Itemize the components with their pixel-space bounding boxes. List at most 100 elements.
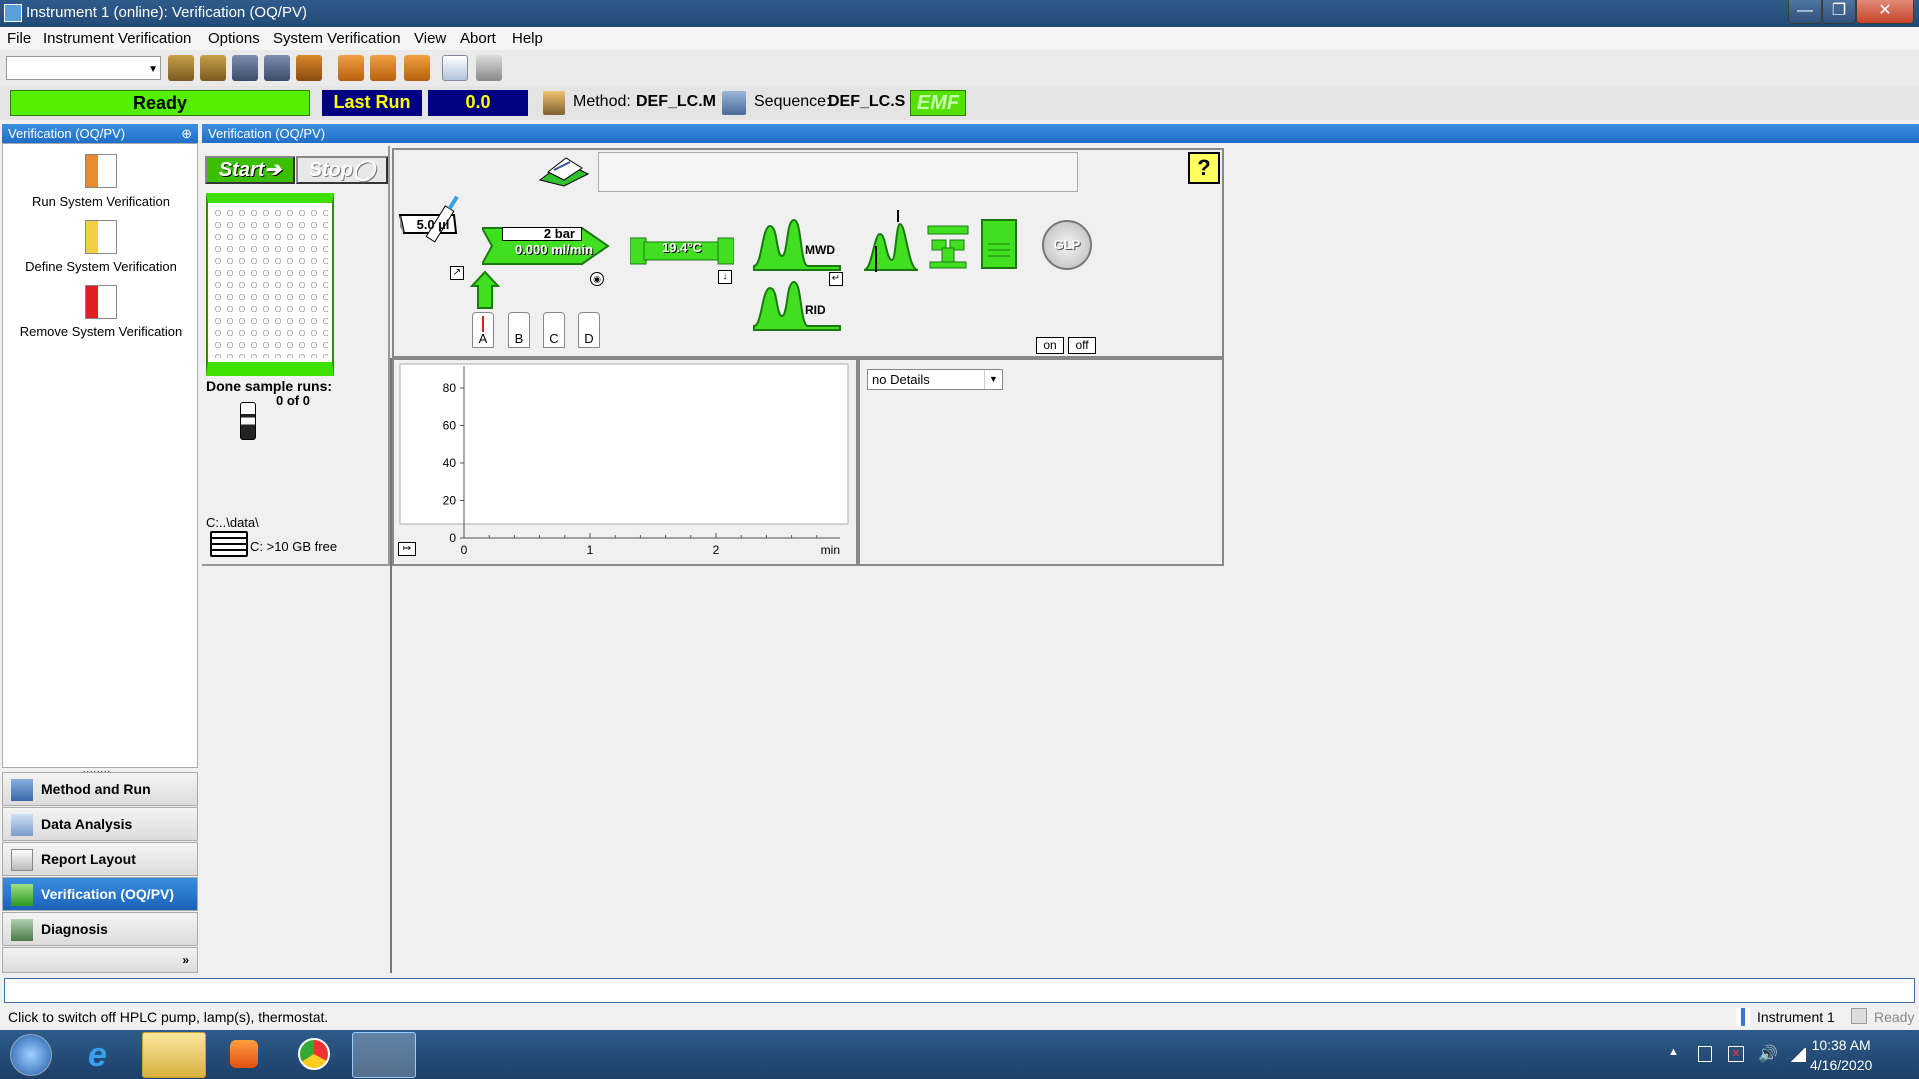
network-error-icon[interactable]: ✕ — [1728, 1046, 1744, 1062]
window-title: Instrument 1 (online): Verification (OQ/… — [26, 4, 307, 21]
menu-system-verification[interactable]: System Verification — [273, 30, 401, 47]
data-analysis-icon — [11, 814, 33, 836]
details-select[interactable]: no Details ▼ — [867, 369, 1003, 390]
maximize-button[interactable]: ❐ — [1822, 0, 1856, 24]
media-glyph — [230, 1040, 258, 1068]
rid-label: RID — [805, 303, 826, 317]
menu-help[interactable]: Help — [512, 30, 543, 47]
chrome-glyph — [298, 1038, 330, 1070]
menu-abort[interactable]: Abort — [460, 30, 496, 47]
integration-icon[interactable] — [862, 210, 920, 274]
action-center-icon[interactable] — [1698, 1046, 1712, 1062]
status-message-field[interactable] — [598, 152, 1078, 192]
app-icon — [4, 4, 22, 22]
report-layout-icon — [11, 849, 33, 871]
nav-define-system-verification[interactable]: Define System Verification — [3, 259, 199, 274]
minimize-button[interactable]: — — [1788, 0, 1822, 24]
y-tick-label: 80 — [443, 381, 457, 395]
help-button[interactable]: ? — [1188, 152, 1220, 184]
solvent-bottle-d[interactable]: D — [578, 312, 600, 348]
nav-run-system-verification[interactable]: Run System Verification — [3, 194, 199, 209]
load-method-icon[interactable] — [168, 55, 194, 81]
run-verification-icon[interactable] — [85, 154, 117, 188]
rid-graphic — [753, 280, 841, 331]
disk-free: C: >10 GB free — [250, 539, 338, 554]
method-icon[interactable] — [543, 91, 565, 115]
file-explorer-icon[interactable] — [142, 1032, 206, 1078]
chemstation-task-icon[interactable] — [352, 1032, 416, 1078]
sequence-table-icon[interactable] — [404, 55, 430, 81]
close-button[interactable]: ✕ — [1856, 0, 1914, 24]
run-icon[interactable] — [296, 55, 322, 81]
chrome-icon[interactable] — [282, 1032, 346, 1078]
start-menu-icon[interactable] — [10, 1034, 52, 1076]
menu-view[interactable]: View — [414, 30, 446, 47]
start-button[interactable]: Start➔ — [205, 156, 295, 184]
nav-method-and-run-control[interactable]: Method and Run Control — [2, 772, 198, 829]
logbook-icon[interactable] — [536, 152, 592, 188]
define-verification-icon[interactable] — [85, 220, 117, 254]
rid-detector-icon[interactable] — [752, 278, 844, 332]
save-method-icon[interactable] — [232, 55, 258, 81]
signal-plot: 80 60 40 20 0 0 1 2 min ↦ — [392, 358, 858, 566]
sequence-value[interactable]: DEF_LC.S — [828, 93, 905, 111]
sequence-icon[interactable] — [722, 91, 746, 115]
remove-verification-icon[interactable] — [85, 285, 117, 319]
show-hidden-icons[interactable]: ▲ — [1668, 1046, 1679, 1058]
print-icon[interactable] — [476, 55, 502, 81]
stop-button[interactable]: Stop◯ — [296, 156, 388, 184]
balance-icon[interactable] — [926, 218, 970, 270]
chevron-down-icon: ▼ — [148, 64, 158, 75]
nav-diagnosis[interactable]: Diagnosis — [2, 912, 198, 946]
print-preview-icon[interactable] — [442, 55, 468, 81]
plot-area — [399, 363, 849, 525]
start-label: Start — [218, 159, 265, 181]
x-unit-label: min — [821, 543, 840, 557]
nav-verification[interactable]: Verification (OQ/PV) — [2, 877, 198, 911]
ready-status-icon — [1851, 1008, 1867, 1024]
sample-tray[interactable] — [206, 193, 334, 376]
stop-circle-icon: ◯ — [353, 159, 376, 181]
nav-data-analysis[interactable]: Data Analysis — [2, 807, 198, 841]
media-player-icon[interactable] — [212, 1032, 276, 1078]
zoom-fit-icon[interactable]: ↦ — [398, 542, 416, 556]
menu-file[interactable]: File — [7, 30, 31, 47]
menu-bar: File Instrument Verification Options Sys… — [0, 27, 1919, 50]
save-sequence-icon[interactable] — [264, 55, 290, 81]
off-button[interactable]: off — [1068, 337, 1096, 354]
volume-icon[interactable]: 🔊 — [1758, 1044, 1778, 1064]
x-tick-label: 1 — [587, 543, 594, 557]
report-document-icon[interactable] — [980, 218, 1018, 270]
solvent-arrow-graphic — [469, 270, 501, 309]
book-icon[interactable] — [338, 55, 364, 81]
nav-remove-system-verification[interactable]: Remove System Verification — [3, 324, 199, 339]
solvent-bottle-b[interactable]: B — [508, 312, 530, 348]
clock[interactable]: 10:38 AM 4/16/2020 — [1810, 1037, 1872, 1073]
menu-options[interactable]: Options — [208, 30, 260, 47]
method-value[interactable]: DEF_LC.M — [636, 93, 716, 111]
pin-icon[interactable]: ⊕ — [181, 124, 192, 143]
internet-explorer-icon[interactable]: e — [72, 1032, 136, 1078]
signal-icon[interactable] — [1790, 1048, 1806, 1062]
outlook-overflow[interactable]: » — [2, 947, 198, 973]
y-tick-label: 0 — [449, 531, 456, 545]
solvent-bottle-c[interactable]: C — [543, 312, 565, 348]
glp-icon[interactable]: GLP — [1042, 220, 1092, 270]
report-graphic — [981, 219, 1017, 269]
menu-instrument-verification[interactable]: Instrument Verification — [43, 30, 191, 47]
clock-time: 10:38 AM — [1811, 1037, 1871, 1053]
emf-indicator[interactable]: EMF — [910, 90, 966, 116]
method-run-icon — [11, 779, 33, 801]
load-sequence-icon[interactable] — [200, 55, 226, 81]
status-state: Ready — [1874, 1009, 1915, 1025]
balance-graphic — [927, 225, 969, 269]
column-detail-icon[interactable]: ↓ — [718, 270, 732, 284]
on-button[interactable]: on — [1036, 337, 1064, 354]
method-combo[interactable]: ▼ — [6, 56, 161, 80]
injector-detail-icon[interactable]: ↗ — [450, 266, 464, 280]
book-open-icon[interactable] — [370, 55, 396, 81]
y-tick-label: 60 — [443, 419, 457, 433]
message-line[interactable] — [4, 978, 1915, 1003]
nav-report-layout[interactable]: Report Layout — [2, 842, 198, 876]
pump-detail-icon[interactable]: ◉ — [590, 272, 604, 286]
